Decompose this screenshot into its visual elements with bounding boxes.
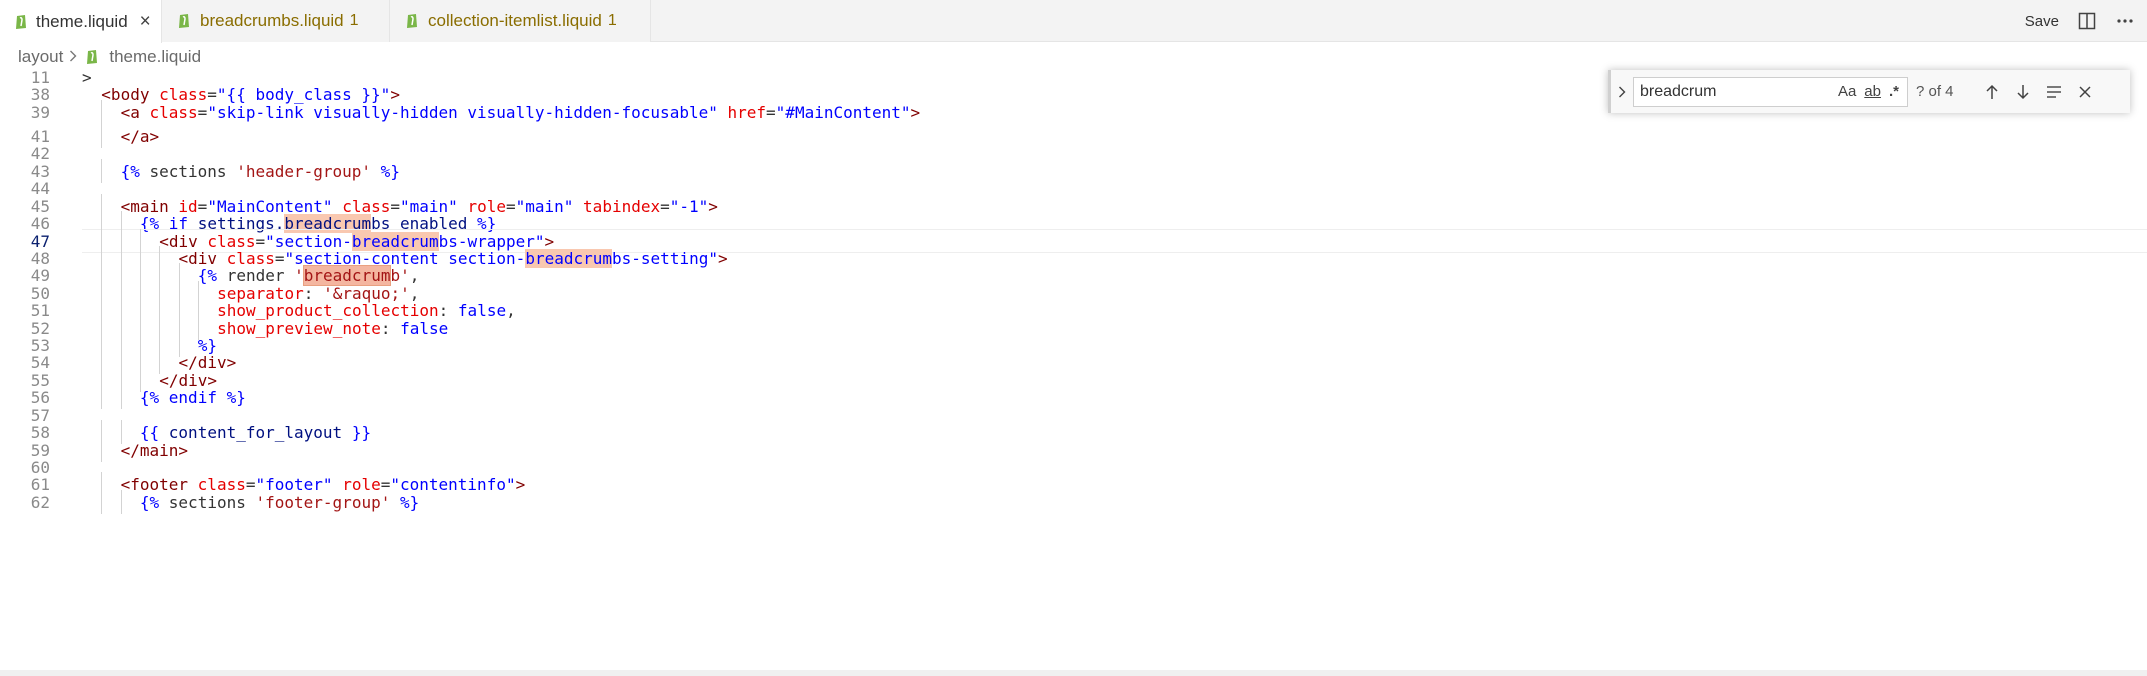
breadcrumb-folder[interactable]: layout xyxy=(18,47,63,67)
tab-collection-itemlist-liquid[interactable]: collection-itemlist.liquid 1 xyxy=(390,0,651,42)
problem-count-badge: 1 xyxy=(349,12,359,29)
code-editor[interactable]: 11 >38 <body class="{{ body_class }}"> 39 <a… xyxy=(0,68,2147,671)
code-text: <a class="skip-link visually-hidden visu… xyxy=(121,103,921,122)
code-line[interactable]: 62 {% sections 'footer-group' %} xyxy=(0,490,2147,514)
arrow-down-icon[interactable] xyxy=(2010,79,2036,105)
code-token: href xyxy=(727,102,767,122)
liquid-file-icon xyxy=(85,49,101,65)
editor-actions: Save xyxy=(2025,0,2147,42)
code-token: > xyxy=(910,102,921,122)
code-token: "#MainContent" xyxy=(775,102,911,122)
code-token: class xyxy=(149,102,198,122)
tab-label: breadcrumbs.liquid xyxy=(200,11,344,30)
code-token: 'footer-group' xyxy=(255,492,391,512)
save-button[interactable]: Save xyxy=(2025,13,2059,30)
code-token: = xyxy=(197,102,208,122)
regex-toggle[interactable]: .* xyxy=(1889,83,1899,100)
code-token: = xyxy=(766,102,776,122)
code-token: <a xyxy=(120,102,140,122)
indent-guide xyxy=(101,490,103,514)
tab-bar: theme.liquid × breadcrumbs.liquid 1 coll… xyxy=(0,0,2147,43)
code-text: {% sections 'footer-group' %} xyxy=(140,493,419,512)
horizontal-scrollbar[interactable] xyxy=(0,670,2147,676)
liquid-file-icon xyxy=(14,14,28,30)
close-icon[interactable]: × xyxy=(140,11,151,33)
find-in-selection-icon[interactable] xyxy=(2041,79,2067,105)
split-editor-icon[interactable] xyxy=(2077,11,2097,31)
toggle-replace-icon[interactable] xyxy=(1611,70,1633,113)
tab-label: theme.liquid xyxy=(36,11,128,31)
tab-breadcrumbs-liquid[interactable]: breadcrumbs.liquid 1 xyxy=(162,0,390,42)
problem-count-badge: 1 xyxy=(607,12,617,29)
line-number: 39 xyxy=(30,102,50,122)
liquid-file-icon xyxy=(176,13,192,29)
find-widget: breadcrum Aa ab .* ? of 4 xyxy=(1608,70,2130,113)
tab-label: collection-itemlist.liquid xyxy=(428,11,602,30)
close-icon[interactable] xyxy=(2072,79,2098,105)
chevron-right-icon xyxy=(69,49,77,65)
breadcrumb-file[interactable]: theme.liquid xyxy=(109,47,201,67)
match-whole-word-toggle[interactable]: ab xyxy=(1864,83,1881,100)
arrow-up-icon[interactable] xyxy=(1979,79,2005,105)
match-count: ? of 4 xyxy=(1916,83,1954,100)
find-input-value: breadcrum xyxy=(1640,82,1717,100)
liquid-file-icon xyxy=(404,13,420,29)
indent-guide xyxy=(120,490,122,514)
code-token: %} xyxy=(390,492,420,512)
code-token: sections xyxy=(159,492,256,512)
code-token: "skip-link visually-hidden visually-hidd… xyxy=(207,102,718,122)
find-input[interactable]: breadcrum Aa ab .* xyxy=(1633,76,1908,107)
tab-theme-liquid[interactable]: theme.liquid × xyxy=(0,0,162,43)
more-actions-icon[interactable] xyxy=(2115,11,2135,31)
line-number: 62 xyxy=(30,492,50,512)
code-token: {% xyxy=(139,492,160,512)
match-case-toggle[interactable]: Aa xyxy=(1838,83,1856,100)
indent-guide xyxy=(101,100,103,124)
